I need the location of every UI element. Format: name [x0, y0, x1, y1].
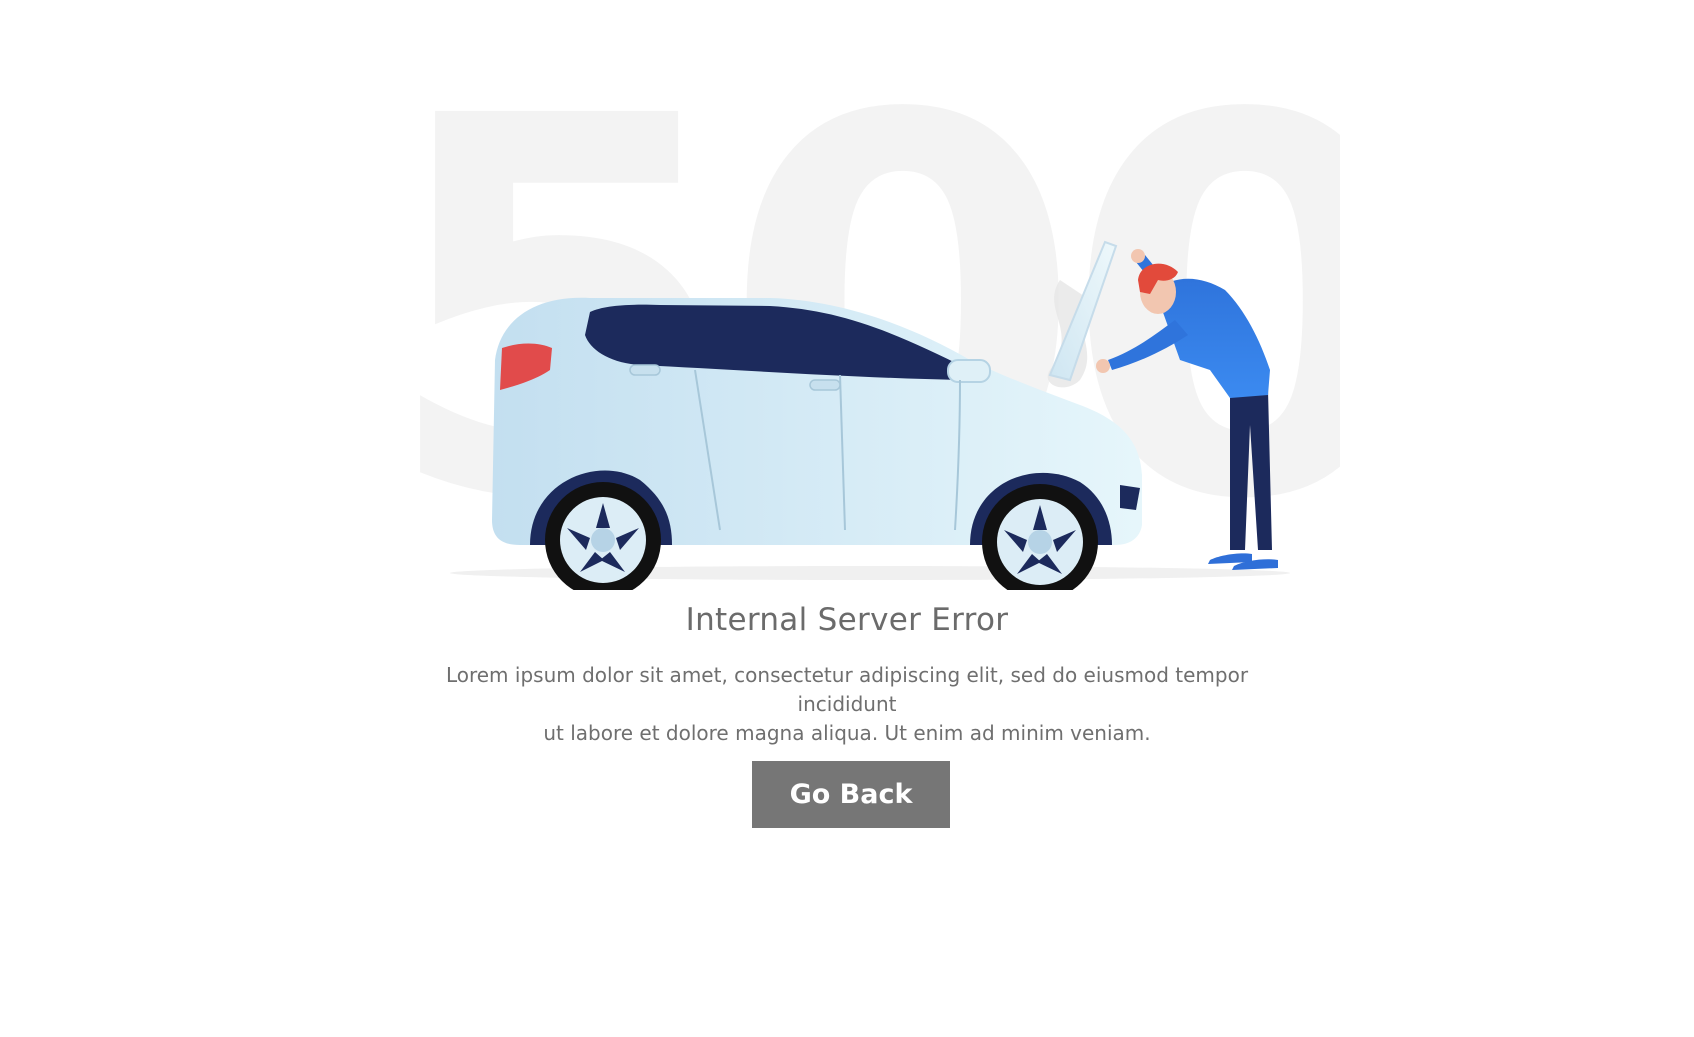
error-title: Internal Server Error — [685, 602, 1009, 638]
mechanic-repairing-car-icon — [450, 240, 1290, 590]
error-page: 500 Internal Server Error Lorem ipsum do… — [0, 0, 1694, 1037]
error-description-line-1: Lorem ipsum dolor sit amet, consectetur … — [445, 663, 1249, 716]
go-back-button[interactable]: Go Back — [752, 761, 950, 828]
error-description: Lorem ipsum dolor sit amet, consectetur … — [397, 661, 1297, 748]
error-description-line-2: ut labore et dolore magna aliqua. Ut eni… — [543, 721, 1151, 745]
